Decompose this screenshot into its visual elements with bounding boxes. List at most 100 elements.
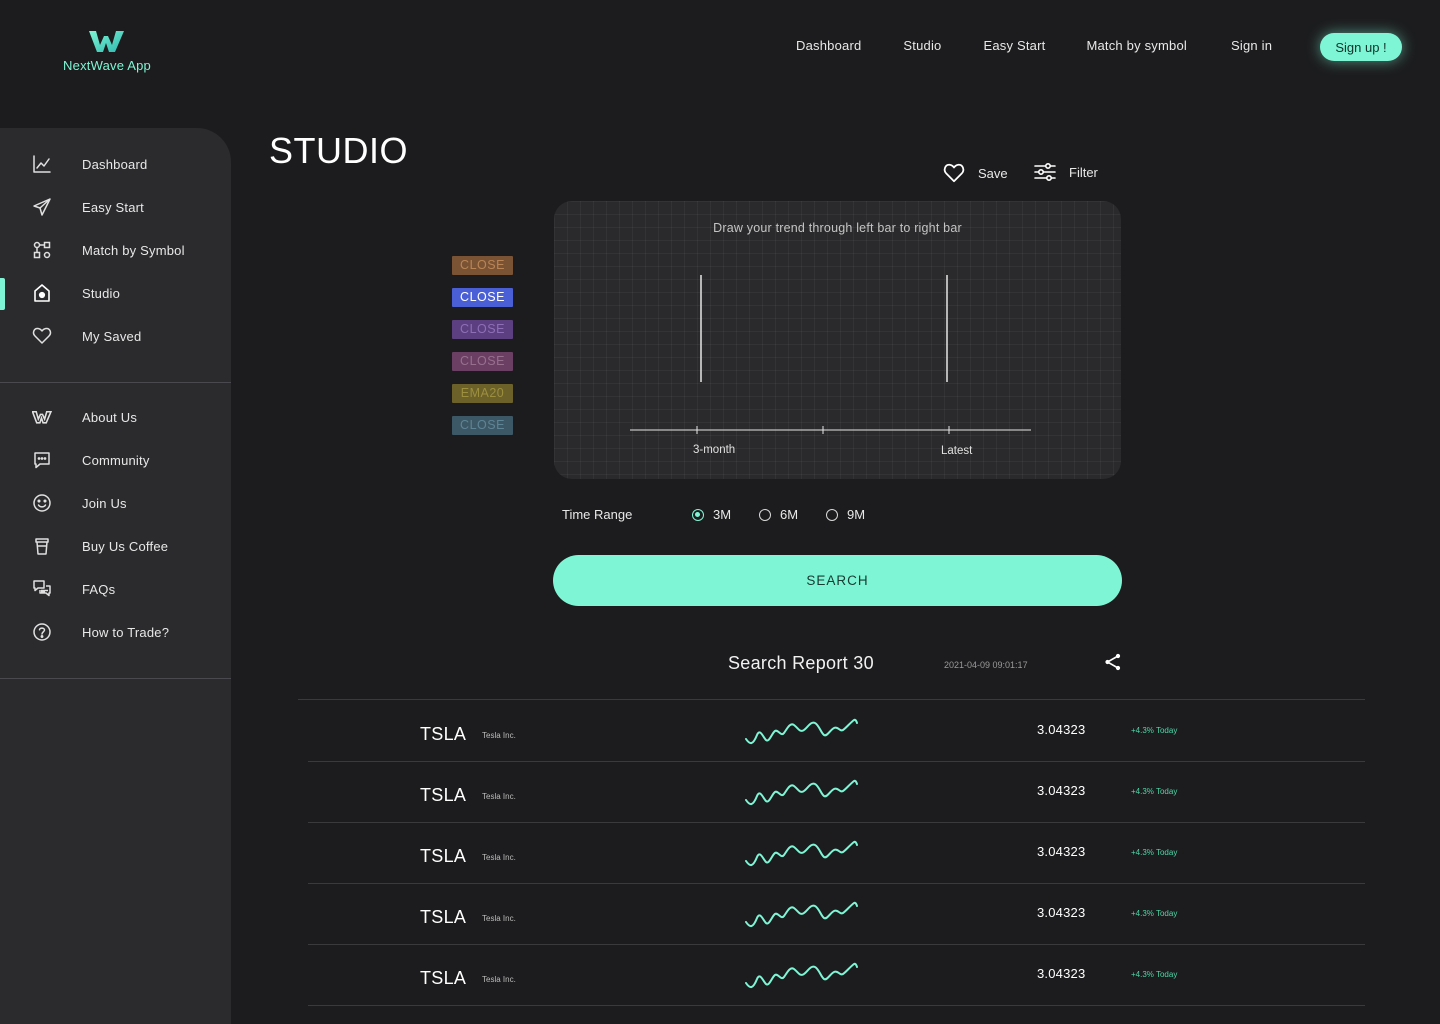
question-circle-icon bbox=[32, 622, 52, 642]
sidebar-item-label: FAQs bbox=[82, 581, 116, 597]
time-option-3m[interactable]: 3M bbox=[692, 507, 731, 522]
company-name: Tesla Inc. bbox=[482, 914, 516, 923]
match-nodes-icon bbox=[32, 240, 52, 260]
canvas-guides bbox=[630, 275, 1031, 434]
match-value: 3.04323 bbox=[1037, 783, 1086, 798]
sidebar-item-label: How to Trade? bbox=[82, 624, 170, 640]
sidebar-item-label: About Us bbox=[82, 409, 138, 425]
sidebar-item-faqs[interactable]: FAQs bbox=[0, 571, 231, 607]
symbol-ticker: TSLA bbox=[420, 968, 467, 988]
match-value: 3.04323 bbox=[1037, 722, 1086, 737]
time-option-label: 3M bbox=[713, 507, 732, 522]
chart-line-icon bbox=[32, 154, 52, 174]
topnav-studio[interactable]: Studio bbox=[903, 38, 941, 53]
sidebar: Dashboard Easy Start Match by Symbol Stu… bbox=[0, 128, 231, 1024]
sidebar-divider bbox=[0, 678, 231, 679]
topnav-sign-in[interactable]: Sign in bbox=[1231, 38, 1272, 53]
chat-bubble-icon bbox=[32, 450, 52, 470]
time-option-6m[interactable]: 6M bbox=[759, 507, 798, 522]
table-row[interactable]: TSLA Tesla Inc. 3.04323 +4.3% Today bbox=[308, 883, 1365, 943]
sidebar-item-about-us[interactable]: About Us bbox=[0, 399, 231, 435]
company-name: Tesla Inc. bbox=[482, 853, 516, 862]
logo-mark-icon bbox=[32, 407, 52, 427]
indicator-tag[interactable]: CLOSE bbox=[452, 256, 513, 275]
change-badge: +4.3% Today bbox=[1131, 787, 1178, 796]
sidebar-divider bbox=[0, 382, 231, 383]
trend-drawing-canvas[interactable]: Draw your trend through left bar to righ… bbox=[554, 201, 1121, 479]
sidebar-item-dashboard[interactable]: Dashboard bbox=[0, 146, 231, 182]
indicator-tag[interactable]: EMA20 bbox=[452, 384, 513, 403]
change-badge: +4.3% Today bbox=[1131, 726, 1178, 735]
sparkline-path bbox=[745, 840, 858, 867]
paper-plane-icon bbox=[32, 197, 52, 217]
sidebar-item-label: Studio bbox=[82, 285, 121, 301]
sidebar-item-join-us[interactable]: Join Us bbox=[0, 485, 231, 521]
match-value: 3.04323 bbox=[1037, 966, 1086, 981]
sidebar-item-buy-us-coffee[interactable]: Buy Us Coffee bbox=[0, 528, 231, 564]
page-title: STUDIO bbox=[269, 130, 409, 171]
report-title: Search Report 30 bbox=[728, 653, 874, 673]
sparkline-path bbox=[745, 962, 858, 989]
symbol-ticker: TSLA bbox=[420, 724, 467, 744]
table-row[interactable]: TSLA Tesla Inc. 3.04323 +4.3% Today bbox=[308, 700, 1365, 760]
topnav-match-by-symbol[interactable]: Match by symbol bbox=[1086, 38, 1187, 53]
radio-icon bbox=[759, 508, 771, 521]
indicator-tags: CLOSE CLOSE CLOSE CLOSE EMA20 CLOSE bbox=[452, 256, 513, 448]
table-row[interactable]: TSLA Tesla Inc. 3.04323 +4.3% Today bbox=[308, 944, 1365, 1004]
symbol-ticker: TSLA bbox=[420, 785, 467, 805]
app-name: NextWave App bbox=[63, 58, 151, 73]
symbol-ticker: TSLA bbox=[420, 907, 467, 927]
change-badge: +4.3% Today bbox=[1131, 970, 1178, 979]
indicator-tag[interactable]: CLOSE bbox=[452, 352, 513, 371]
table-row[interactable]: TSLA Tesla Inc. 3.04323 +4.3% Today bbox=[308, 822, 1365, 882]
sign-up-button[interactable]: Sign up ! bbox=[1320, 33, 1402, 61]
indicator-tag[interactable]: CLOSE bbox=[452, 416, 513, 435]
sidebar-item-how-to-trade[interactable]: How to Trade? bbox=[0, 614, 231, 650]
indicator-tag[interactable]: CLOSE bbox=[452, 288, 513, 307]
radio-icon bbox=[692, 508, 704, 521]
match-value: 3.04323 bbox=[1037, 905, 1086, 920]
change-badge: +4.3% Today bbox=[1131, 848, 1178, 857]
sidebar-item-easy-start[interactable]: Easy Start bbox=[0, 189, 231, 225]
company-name: Tesla Inc. bbox=[482, 975, 516, 984]
share-icon bbox=[1105, 653, 1121, 671]
sparkline-icon bbox=[745, 962, 858, 989]
sidebar-item-label: Easy Start bbox=[82, 199, 144, 215]
time-option-9m[interactable]: 9M bbox=[826, 507, 865, 522]
share-button[interactable] bbox=[1104, 653, 1122, 676]
topnav-easy-start[interactable]: Easy Start bbox=[983, 38, 1045, 53]
sidebar-item-community[interactable]: Community bbox=[0, 442, 231, 478]
sparkline-icon bbox=[745, 901, 858, 928]
search-button[interactable]: SEARCH bbox=[553, 555, 1122, 606]
sparkline-path bbox=[745, 718, 858, 745]
sparkline-icon bbox=[745, 840, 858, 867]
save-label: Save bbox=[978, 165, 1008, 181]
topnav-dashboard[interactable]: Dashboard bbox=[796, 38, 861, 53]
table-row[interactable]: TSLA Tesla Inc. 3.04323 +4.3% Today bbox=[308, 761, 1365, 821]
change-badge: +4.3% Today bbox=[1131, 909, 1178, 918]
time-option-label: 6M bbox=[780, 507, 799, 522]
logo-mark-icon bbox=[89, 31, 124, 52]
match-value: 3.04323 bbox=[1037, 844, 1086, 859]
app-logo[interactable]: NextWave App bbox=[60, 28, 154, 73]
sidebar-item-studio[interactable]: Studio bbox=[0, 275, 231, 311]
sidebar-item-label: Match by Symbol bbox=[82, 242, 185, 258]
heart-icon bbox=[943, 163, 965, 183]
sidebar-item-match-by-symbol[interactable]: Match by Symbol bbox=[0, 232, 231, 268]
top-navigation: Dashboard Studio Easy Start Match by sym… bbox=[796, 38, 1272, 53]
company-name: Tesla Inc. bbox=[482, 731, 516, 740]
faq-chat-icon bbox=[32, 579, 52, 599]
sidebar-item-my-saved[interactable]: My Saved bbox=[0, 318, 231, 354]
indicator-tag[interactable]: CLOSE bbox=[452, 320, 513, 339]
filter-sliders-icon bbox=[1034, 162, 1056, 182]
axis-label-end: Latest bbox=[941, 445, 973, 457]
sidebar-item-label: Buy Us Coffee bbox=[82, 538, 169, 554]
row-divider bbox=[308, 1005, 1365, 1006]
sparkline-path bbox=[745, 779, 858, 806]
sidebar-item-label: My Saved bbox=[82, 328, 142, 344]
filter-button[interactable]: Filter bbox=[1033, 162, 1098, 182]
axis-label-start: 3-month bbox=[693, 444, 736, 456]
company-name: Tesla Inc. bbox=[482, 792, 516, 801]
sparkline-path bbox=[745, 901, 858, 928]
save-button[interactable]: Save bbox=[942, 162, 1008, 184]
